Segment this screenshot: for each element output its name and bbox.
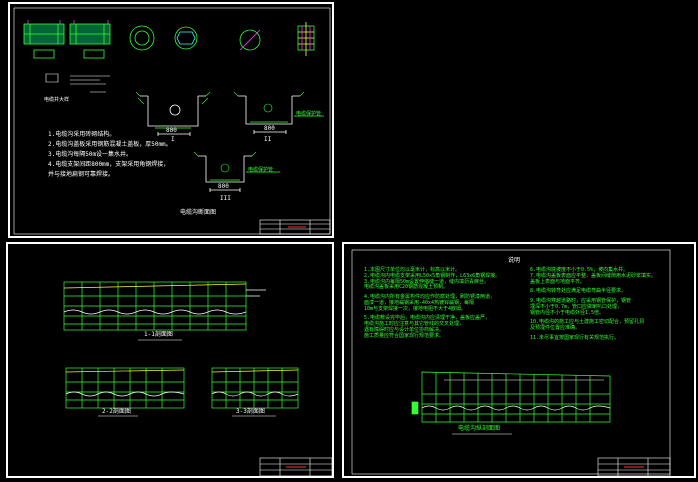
elevation-2-caption: 2-2剖面图 <box>102 408 131 415</box>
note-2: 2.电缆沟盖板采用钢筋混凝土盖板，厚50mm。 <box>48 141 172 148</box>
elevation-3 <box>211 367 299 409</box>
dim-800-II: 800 <box>264 125 275 132</box>
note-right-3: 盖板上表面与地面平齐。 <box>530 278 586 285</box>
notes-right-column: 6.电缆沟底坡度不小于0.5%，坡向集水井。 7.电缆沟盖板表面应平整，盖板间缝… <box>530 267 680 342</box>
drawing-sheet-2[interactable]: 1-1剖面图 2-2剖面图 3-3剖面图 <box>6 242 334 478</box>
elevation-3-caption: 3-3剖面图 <box>236 408 265 415</box>
note-5: 并与接地扁钢可靠焊接。 <box>48 171 115 178</box>
section-III-label: III <box>220 195 231 202</box>
notes-title: 说明 <box>508 257 521 264</box>
detail-cluster-left <box>23 23 111 59</box>
drawing-sheet-1[interactable]: I II III 800 800 800 电缆保护管 电缆保护管 电缆井大样 电… <box>8 2 334 238</box>
long-elevation-caption: 电缆沟纵剖面图 <box>458 425 501 432</box>
sheet-2-graphics <box>63 281 333 477</box>
small-caption: 电缆井大样 <box>44 97 70 103</box>
note-3: 3.电缆沟每隔50m设一集水井。 <box>48 151 133 158</box>
sheet-1-caption: 电缆沟断面图 <box>180 209 217 216</box>
section-II-label: II <box>264 136 272 143</box>
circle-details <box>129 25 261 51</box>
note-right-10: 11.未尽事宜按国家现行有关规范执行。 <box>530 334 620 341</box>
note-left-11: 施工质量应符合国家现行规范要求。 <box>364 332 445 339</box>
note-left-7: 10m与支架焊接一次，接地电阻不大于4欧姆。 <box>364 305 467 312</box>
note-right-4: 8.电缆沟转弯处应满足电缆弯曲半径要求。 <box>530 288 627 295</box>
cad-canvas[interactable]: { "sheet1": { "section_labels": ["I", "I… <box>0 0 698 482</box>
note-1: 1.电缆沟采用砖砌结构。 <box>48 131 116 138</box>
note-left-4: 电缆沟盖板采用C20钢筋混凝土预制。 <box>364 284 449 291</box>
drawing-sheet-3[interactable]: 说明 1.本图尺寸单位均以毫米计，标高以米计。 2.电缆沟内电缆支架采用L50x… <box>342 242 696 478</box>
bracket-detail <box>297 22 315 56</box>
long-elevation <box>411 371 611 423</box>
sheet-1-notes: 1.电缆沟采用砖砌结构。 2.电缆沟盖板采用钢筋混凝土盖板，厚50mm。 3.电… <box>48 132 172 178</box>
dim-800-III: 800 <box>218 183 229 190</box>
elevation-2 <box>65 367 185 409</box>
note-right-7: 钢管内径不小于电缆外径1.5倍。 <box>530 309 605 316</box>
note-right-9: 及预埋件位置应准确。 <box>530 325 581 331</box>
pipe-label-III: 电缆保护管 <box>248 167 274 173</box>
pipe-label-II: 电缆保护管 <box>296 111 322 117</box>
notes-left-column: 1.本图尺寸单位均以毫米计，标高以米计。 2.电缆沟内电缆支架采用L50x5角钢… <box>364 267 524 339</box>
sheet-1-graphics <box>13 7 331 235</box>
note-4: 4.电缆支架间距800mm，支架采用角钢焊接， <box>48 161 170 168</box>
section-III <box>198 155 280 192</box>
elevation-1 <box>63 281 266 331</box>
elevation-1-caption: 1-1剖面图 <box>144 331 173 338</box>
